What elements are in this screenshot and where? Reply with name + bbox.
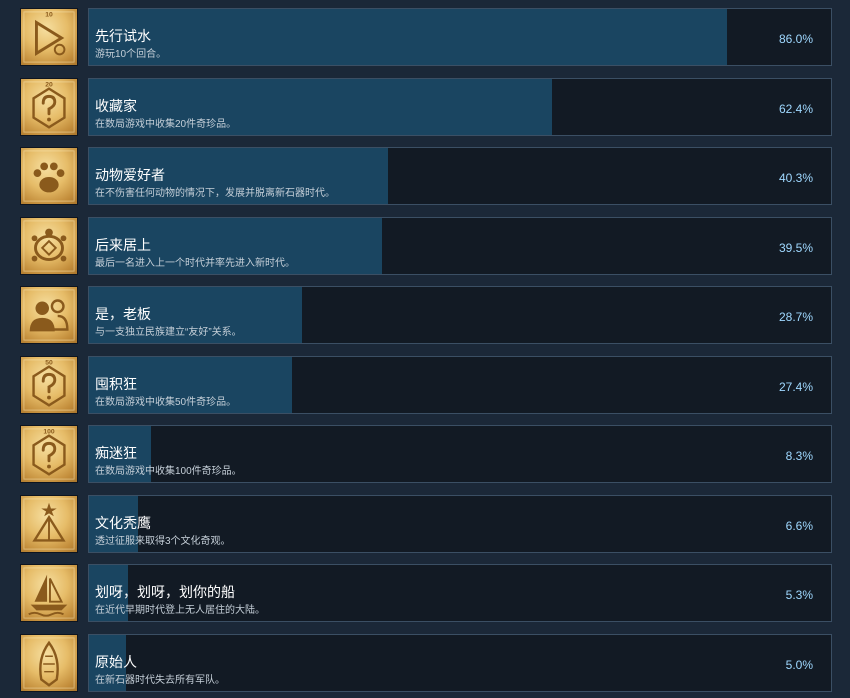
achievement-description: 在数局游戏中收集20件奇珍品。 <box>95 119 237 130</box>
achievement-title: 先行试水 <box>95 28 151 44</box>
achievement-percent: 8.3% <box>785 449 813 463</box>
achievement-progress-bar: 后来居上 最后一名进入上一个时代并率先进入新时代。 39.5% <box>88 217 832 275</box>
achievement-row[interactable]: 文化秃鹰 透过征服来取得3个文化奇观。 6.6% <box>20 495 832 553</box>
question-hexagon-icon: 100 <box>20 425 78 483</box>
sailboat-icon <box>20 564 78 622</box>
question-hexagon-icon: 20 <box>20 78 78 136</box>
achievement-description: 在数局游戏中收集100件奇珍品。 <box>95 466 242 477</box>
achievement-title: 划呀，划呀，划你的船 <box>95 584 235 600</box>
svg-text:10: 10 <box>45 12 53 19</box>
achievement-description: 最后一名进入上一个时代并率先进入新时代。 <box>95 258 295 269</box>
turtle-icon <box>20 217 78 275</box>
svg-text:50: 50 <box>45 360 53 367</box>
achievement-percent: 6.6% <box>785 519 813 533</box>
achievement-title: 囤积狂 <box>95 376 137 392</box>
achievement-progress-bar: 是，老板 与一支独立民族建立“友好”关系。 28.7% <box>88 286 832 344</box>
achievement-description: 透过征服来取得3个文化奇观。 <box>95 536 231 547</box>
achievement-row[interactable]: 10 先行试水 游玩10个回合。 86.0% <box>20 8 832 66</box>
achievement-percent: 28.7% <box>778 310 813 324</box>
achievement-row[interactable]: 是，老板 与一支独立民族建立“友好”关系。 28.7% <box>20 286 832 344</box>
achievement-progress-bar: 划呀，划呀，划你的船 在近代早期时代登上无人居住的大陆。 5.3% <box>88 564 832 622</box>
achievement-title: 原始人 <box>95 654 137 670</box>
achievement-progress-bar: 先行试水 游玩10个回合。 86.0% <box>88 8 832 66</box>
achievement-description: 在近代早期时代登上无人居住的大陆。 <box>95 605 265 616</box>
play-turns-icon: 10 <box>20 8 78 66</box>
achievement-row[interactable]: 50 囤积狂 在数局游戏中收集50件奇珍品。 27.4% <box>20 356 832 414</box>
achievement-progress-fill <box>89 9 728 65</box>
achievement-percent: 27.4% <box>778 380 813 394</box>
achievement-progress-bar: 动物爱好者 在不伤害任何动物的情况下，发展并脱离新石器时代。 40.3% <box>88 147 832 205</box>
achievement-title: 痴迷狂 <box>95 445 137 461</box>
achievement-row[interactable]: 100 痴迷狂 在数局游戏中收集100件奇珍品。 8.3% <box>20 425 832 483</box>
achievement-row[interactable]: 动物爱好者 在不伤害任何动物的情况下，发展并脱离新石器时代。 40.3% <box>20 147 832 205</box>
svg-text:100: 100 <box>43 429 55 436</box>
achievement-row[interactable]: 划呀，划呀，划你的船 在近代早期时代登上无人居住的大陆。 5.3% <box>20 564 832 622</box>
achievement-title: 动物爱好者 <box>95 167 165 183</box>
pyramid-star-icon <box>20 495 78 553</box>
achievement-progress-bar: 痴迷狂 在数局游戏中收集100件奇珍品。 8.3% <box>88 425 832 483</box>
achievement-progress-bar: 囤积狂 在数局游戏中收集50件奇珍品。 27.4% <box>88 356 832 414</box>
svg-text:20: 20 <box>45 82 53 89</box>
achievement-percent: 5.0% <box>785 658 813 672</box>
achievement-percent: 62.4% <box>778 102 813 116</box>
achievement-description: 游玩10个回合。 <box>95 49 167 60</box>
achievement-description: 在数局游戏中收集50件奇珍品。 <box>95 397 237 408</box>
achievement-percent: 5.3% <box>785 588 813 602</box>
achievement-title: 收藏家 <box>95 98 137 114</box>
achievement-title: 后来居上 <box>95 237 151 253</box>
paw-print-icon <box>20 147 78 205</box>
achievement-percent: 40.3% <box>778 171 813 185</box>
achievement-title: 是，老板 <box>95 306 151 322</box>
achievement-description: 在新石器时代失去所有军队。 <box>95 675 225 686</box>
achievement-progress-bar: 文化秃鹰 透过征服来取得3个文化奇观。 6.6% <box>88 495 832 553</box>
question-hexagon-icon: 50 <box>20 356 78 414</box>
achievement-title: 文化秃鹰 <box>95 515 151 531</box>
achievement-row[interactable]: 后来居上 最后一名进入上一个时代并率先进入新时代。 39.5% <box>20 217 832 275</box>
achievement-progress-bar: 原始人 在新石器时代失去所有军队。 5.0% <box>88 634 832 692</box>
achievement-percent: 39.5% <box>778 241 813 255</box>
stone-arrowhead-icon <box>20 634 78 692</box>
achievement-progress-bar: 收藏家 在数局游戏中收集20件奇珍品。 62.4% <box>88 78 832 136</box>
achievement-row[interactable]: 20 收藏家 在数局游戏中收集20件奇珍品。 62.4% <box>20 78 832 136</box>
achievement-description: 与一支独立民族建立“友好”关系。 <box>95 327 242 338</box>
two-people-icon <box>20 286 78 344</box>
achievement-description: 在不伤害任何动物的情况下，发展并脱离新石器时代。 <box>95 188 335 199</box>
achievement-row[interactable]: 原始人 在新石器时代失去所有军队。 5.0% <box>20 634 832 692</box>
achievement-percent: 86.0% <box>778 32 813 46</box>
